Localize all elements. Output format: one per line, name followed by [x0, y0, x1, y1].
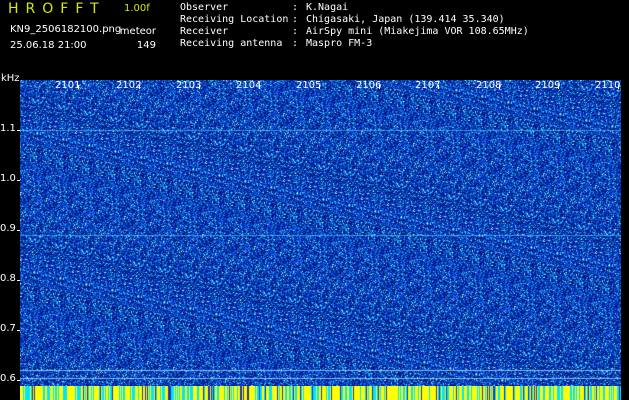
- spectrogram-plot: [20, 80, 621, 386]
- info-label: Receiving antenna: [180, 38, 283, 49]
- x-tick-label: 2105: [296, 80, 322, 91]
- x-tick-label: 2108: [476, 80, 502, 91]
- y-tick-label: 0.8: [0, 273, 16, 284]
- y-tick-label: 0.9: [0, 223, 16, 234]
- x-tick-mark: [139, 85, 140, 89]
- info-separator: :: [292, 38, 299, 49]
- x-tick-label: 2106: [356, 80, 382, 91]
- x-tick-mark: [618, 85, 619, 89]
- info-separator: :: [292, 14, 299, 25]
- meteor-detection-strip: [20, 386, 621, 400]
- info-row-receiver: Receiver : AirSpy mini (Miakejima VOR 10…: [180, 26, 529, 38]
- x-tick-label: 2104: [236, 80, 262, 91]
- meteor-label: meteor: [119, 26, 156, 37]
- x-tick-label: 2109: [535, 80, 561, 91]
- info-label: Observer: [180, 2, 229, 13]
- info-row-location: Receiving Location : Chigasaki, Japan (1…: [180, 14, 529, 26]
- x-tick-label: 2102: [116, 80, 142, 91]
- y-tick-label: 1.1: [0, 123, 16, 134]
- header: HROFFT 1.00f KN9_2506182100.png 25.06.18…: [0, 0, 629, 74]
- info-value: K.Nagai: [306, 2, 349, 13]
- x-tick-mark: [78, 85, 79, 89]
- info-label: Receiver: [180, 26, 229, 37]
- version-label: 1.00f: [124, 3, 150, 14]
- x-tick-mark: [319, 85, 320, 89]
- observation-info: Observer : K.Nagai Receiving Location : …: [180, 2, 529, 50]
- y-tick-label: 0.7: [0, 323, 16, 334]
- x-tick-mark: [499, 85, 500, 89]
- info-separator: :: [292, 26, 299, 37]
- x-tick-label: 2107: [415, 80, 441, 91]
- x-tick-label: 2101: [55, 80, 81, 91]
- x-tick-mark: [379, 85, 380, 89]
- info-value: AirSpy mini (Miakejima VOR 108.65MHz): [306, 26, 529, 37]
- y-tick-label: 1.0: [0, 173, 16, 184]
- spectrogram-canvas: [20, 80, 621, 386]
- info-label: Receiving Location: [180, 14, 289, 25]
- app-title: HROFFT: [8, 1, 106, 17]
- y-axis-unit: kHz: [1, 73, 20, 84]
- x-tick-label: 2103: [176, 80, 202, 91]
- y-tick-label: 0.6: [0, 373, 16, 384]
- meteor-count: 149: [136, 40, 156, 51]
- x-tick-mark: [259, 85, 260, 89]
- date-time: 25.06.18 21:00: [10, 40, 87, 51]
- x-tick-mark: [558, 85, 559, 89]
- info-separator: :: [292, 2, 299, 13]
- detection-strip-canvas: [20, 386, 621, 400]
- info-value: Maspro FM-3: [306, 38, 373, 49]
- info-row-antenna: Receiving antenna : Maspro FM-3: [180, 38, 529, 50]
- x-tick-mark: [199, 85, 200, 89]
- file-name: KN9_2506182100.png: [10, 24, 122, 35]
- info-value: Chigasaki, Japan (139.414 35.340): [306, 14, 505, 25]
- x-tick-mark: [438, 85, 439, 89]
- info-row-observer: Observer : K.Nagai: [180, 2, 529, 14]
- x-tick-label: 2110: [595, 80, 621, 91]
